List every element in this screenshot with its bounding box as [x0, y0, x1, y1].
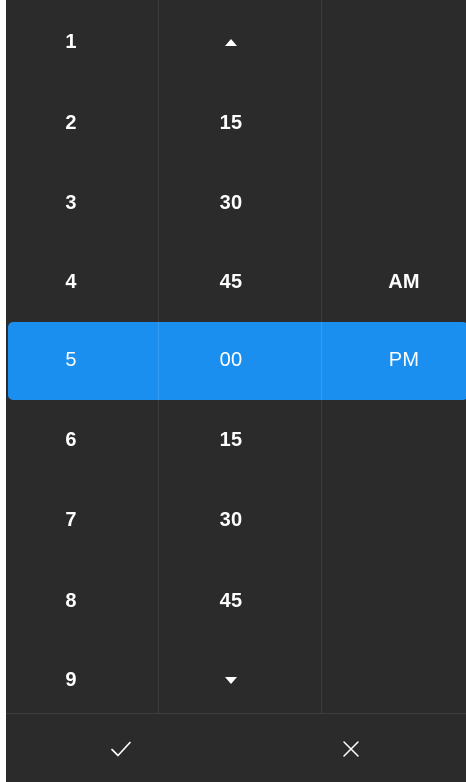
minute-option-selected[interactable]: 00 — [202, 320, 260, 400]
hour-option[interactable]: 6 — [42, 400, 100, 480]
triangle-up-icon — [225, 38, 237, 46]
minute-option[interactable]: 15 — [202, 400, 260, 480]
picker-row-selected: 5 00 PM — [6, 320, 466, 400]
minute-option[interactable]: 45 — [202, 561, 260, 641]
picker-row: 3 30 — [6, 163, 466, 243]
minute-option[interactable]: 15 — [202, 83, 260, 163]
dismiss-button[interactable] — [236, 714, 466, 782]
accept-button[interactable] — [6, 714, 236, 782]
picker-row: 6 15 — [6, 400, 466, 480]
picker-row: 7 30 — [6, 480, 466, 560]
period-option-selected[interactable]: PM — [364, 320, 444, 400]
minute-option[interactable]: 45 — [202, 242, 260, 322]
hour-option-selected[interactable]: 5 — [42, 320, 100, 400]
checkmark-icon — [110, 740, 132, 758]
minute-option[interactable]: 30 — [202, 480, 260, 560]
hour-option[interactable]: 8 — [42, 561, 100, 641]
close-icon — [342, 740, 360, 758]
time-picker-flyout: 1 2 15 3 30 4 45 AM 5 00 PM 6 15 7 30 8 … — [6, 0, 466, 782]
period-option-am[interactable]: AM — [364, 242, 444, 322]
hour-option[interactable]: 1 — [42, 2, 100, 82]
triangle-down-icon — [225, 676, 237, 684]
hour-option[interactable]: 3 — [42, 163, 100, 243]
picker-row: 2 15 — [6, 83, 466, 163]
minute-scroll-up-button[interactable] — [202, 2, 260, 82]
picker-row: 4 45 AM — [6, 242, 466, 322]
picker-footer — [6, 713, 466, 782]
picker-row: 8 45 — [6, 561, 466, 641]
hour-option[interactable]: 4 — [42, 242, 100, 322]
hour-option[interactable]: 9 — [42, 640, 100, 720]
hour-option[interactable]: 2 — [42, 83, 100, 163]
minute-scroll-down-button[interactable] — [202, 640, 260, 720]
hour-option[interactable]: 7 — [42, 480, 100, 560]
minute-option[interactable]: 30 — [202, 163, 260, 243]
